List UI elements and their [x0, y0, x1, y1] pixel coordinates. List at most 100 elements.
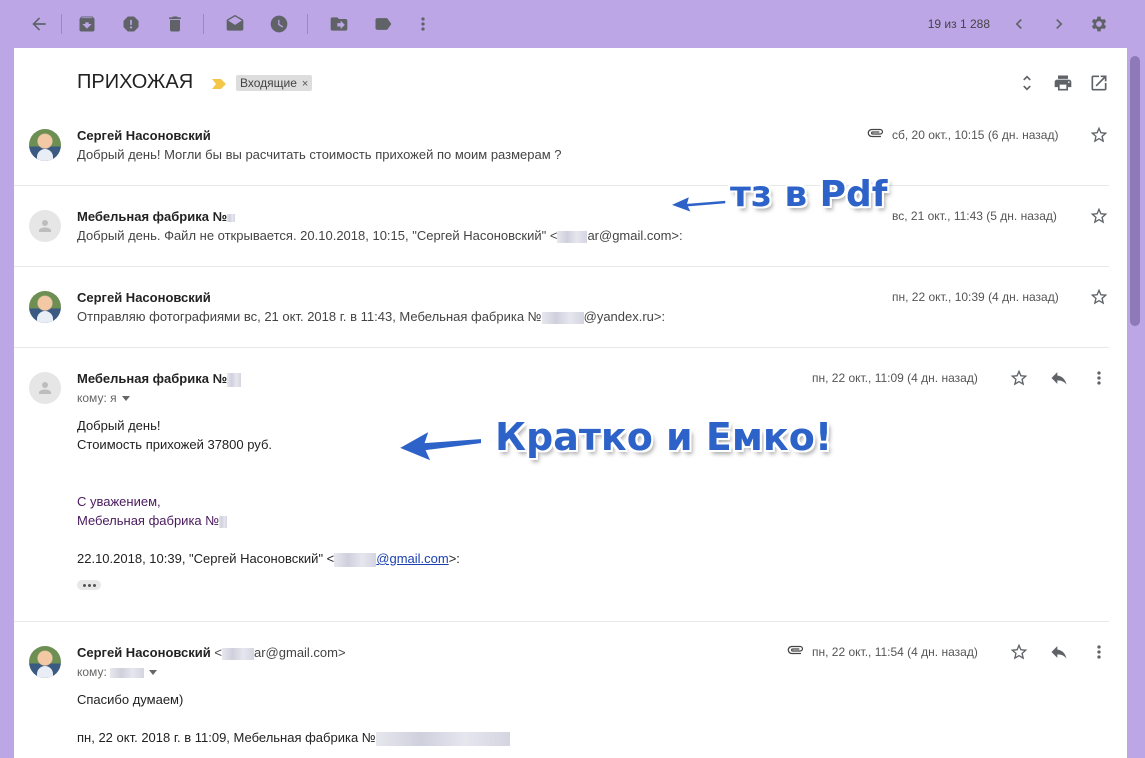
- snooze-icon[interactable]: [268, 13, 290, 35]
- toolbar-divider: [203, 14, 204, 34]
- annotation-short: Кратко и Емко!: [495, 415, 833, 459]
- annotation-arrow-icon: [668, 194, 727, 215]
- body-text: Добрый день!: [77, 418, 161, 433]
- body-text: Стоимость прихожей 37800 руб.: [77, 437, 273, 452]
- snippet-text: @yandex.ru>:: [583, 309, 666, 324]
- reply-icon[interactable]: [1049, 368, 1069, 388]
- star-icon[interactable]: [1009, 642, 1029, 662]
- more-vert-icon[interactable]: [1089, 368, 1109, 388]
- message-date: пн, 22 окт., 11:09 (4 дн. назад): [812, 371, 978, 385]
- message-snippet: Добрый день! Могли бы вы расчитать стоим…: [77, 147, 562, 162]
- avatar: [29, 210, 61, 242]
- toolbar: 19 из 1 288: [0, 0, 1145, 48]
- redacted-text: [541, 311, 584, 324]
- thread-view: ПРИХОЖАЯ Входящие × Сергей Насоновский До…: [14, 48, 1127, 758]
- attachment-icon: [866, 123, 886, 143]
- star-icon[interactable]: [1089, 287, 1109, 307]
- label-remove-button[interactable]: ×: [302, 78, 308, 90]
- more-vert-icon[interactable]: [1089, 642, 1109, 662]
- thread-subject: ПРИХОЖАЯ: [77, 71, 194, 93]
- sender-name: Сергей Насоновский: [77, 290, 211, 305]
- avatar: [29, 291, 61, 323]
- chevron-down-icon: [121, 396, 130, 402]
- toolbar-divider: [307, 14, 308, 34]
- snippet-text: ar@gmail.com>:: [587, 228, 683, 243]
- redacted-text: [375, 731, 510, 746]
- chevron-right-icon[interactable]: [1048, 13, 1070, 35]
- quote-text: 22.10.2018, 10:39, "Сергей Насоновский" …: [77, 551, 335, 566]
- more-vert-icon[interactable]: [412, 13, 434, 35]
- avatar: [29, 129, 61, 161]
- chevron-left-icon[interactable]: [1008, 13, 1030, 35]
- report-spam-icon[interactable]: [120, 13, 142, 35]
- message-snippet: Добрый день. Файл не открывается. 20.10.…: [77, 228, 683, 243]
- message-date: пн, 22 окт., 10:39 (4 дн. назад): [892, 290, 1059, 304]
- recipient-text: кому: я: [77, 391, 117, 405]
- redacted-text: [227, 372, 242, 387]
- redacted-text: [110, 667, 145, 678]
- sender-name-text: Сергей Насоновский: [77, 645, 211, 660]
- redacted-text: [227, 213, 236, 222]
- thread-header: ПРИХОЖАЯ Входящие ×: [14, 48, 1127, 118]
- label-icon[interactable]: [372, 13, 394, 35]
- person-icon: [39, 382, 51, 394]
- message-divider: [14, 185, 1109, 186]
- message-snippet: Отправляю фотографиями вс, 21 окт. 2018 …: [77, 309, 665, 324]
- avatar: [29, 372, 61, 404]
- label-chip-inbox[interactable]: Входящие ×: [236, 75, 313, 91]
- redacted-text: [334, 552, 377, 567]
- dot: [92, 583, 96, 587]
- snippet-text: Добрый день. Файл не открывается. 20.10.…: [77, 228, 558, 243]
- quote-header: 22.10.2018, 10:39, "Сергей Насоновский" …: [77, 551, 460, 567]
- print-icon[interactable]: [1053, 73, 1073, 93]
- sender-name: Мебельная фабрика №: [77, 371, 242, 387]
- dot: [82, 583, 86, 587]
- message-date: пн, 22 окт., 11:54 (4 дн. назад): [812, 645, 978, 659]
- message-divider: [14, 347, 1109, 348]
- star-icon[interactable]: [1089, 206, 1109, 226]
- archive-icon[interactable]: [76, 13, 98, 35]
- redacted-text: [222, 647, 254, 660]
- avatar: [29, 646, 61, 678]
- label-chip-text: Входящие: [240, 76, 297, 90]
- message-date: вс, 21 окт., 11:43 (5 дн. назад): [892, 209, 1057, 223]
- importance-marker-icon[interactable]: [212, 79, 226, 89]
- expand-all-icon[interactable]: [1017, 73, 1037, 93]
- sender-name: Сергей Насоновский: [77, 128, 211, 143]
- toolbar-divider: [61, 14, 62, 34]
- show-trimmed-content-button[interactable]: [77, 580, 101, 590]
- person-icon: [39, 220, 51, 232]
- recipient-text: кому:: [77, 665, 107, 679]
- sender-name: Мебельная фабрика №: [77, 209, 236, 224]
- message-divider: [14, 621, 1109, 622]
- chevron-down-icon: [149, 670, 158, 676]
- attachment-icon: [786, 640, 806, 660]
- recipient-dropdown[interactable]: кому:: [77, 665, 158, 679]
- move-to-icon[interactable]: [328, 13, 350, 35]
- sender-name: Сергей Насоновский < ar@gmail.com>: [77, 645, 346, 660]
- star-icon[interactable]: [1009, 368, 1029, 388]
- sender-name-text: Мебельная фабрика №: [77, 371, 228, 386]
- snippet-text: Отправляю фотографиями вс, 21 окт. 2018 …: [77, 309, 542, 324]
- message-divider: [14, 266, 1109, 267]
- sender-address: < ar@gmail.com>: [214, 645, 345, 660]
- scrollbar[interactable]: [1130, 56, 1140, 326]
- delete-icon[interactable]: [164, 13, 186, 35]
- mark-unread-icon[interactable]: [224, 13, 246, 35]
- open-new-window-icon[interactable]: [1089, 73, 1109, 93]
- star-icon[interactable]: [1089, 125, 1109, 145]
- back-arrow-icon[interactable]: [28, 13, 50, 35]
- quote-text: >:: [448, 551, 460, 566]
- pagination-count: 19 из 1 288: [927, 17, 990, 31]
- reply-icon[interactable]: [1049, 642, 1069, 662]
- quote-text: пн, 22 окт. 2018 г. в 11:09, Мебельная ф…: [77, 730, 376, 745]
- signature-text: Мебельная фабрика №: [77, 513, 228, 528]
- sender-address-text: ar@gmail.com>: [254, 645, 346, 660]
- gear-icon[interactable]: [1088, 13, 1110, 35]
- email-link[interactable]: @gmail.com: [376, 551, 448, 566]
- dot: [87, 583, 91, 587]
- body-text: Спасибо думаем): [77, 692, 184, 707]
- recipient-dropdown[interactable]: кому: я: [77, 391, 130, 405]
- quote-header: пн, 22 окт. 2018 г. в 11:09, Мебельная ф…: [77, 730, 510, 746]
- redacted-text: [219, 515, 228, 528]
